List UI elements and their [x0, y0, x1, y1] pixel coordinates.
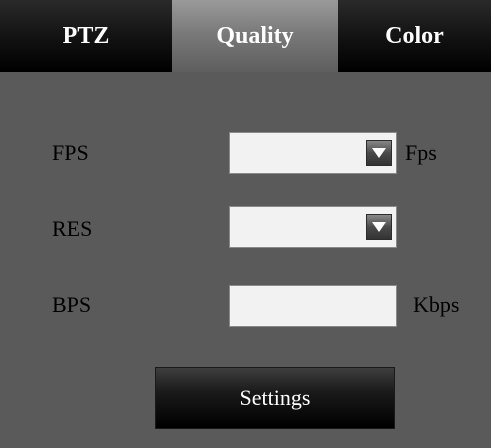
res-label: RES — [52, 216, 93, 241]
tab-bar: PTZ Quality Color — [0, 0, 491, 72]
tab-ptz[interactable]: PTZ — [0, 0, 172, 72]
dropdown-arrow-icon[interactable] — [366, 214, 392, 240]
fps-unit: Fps — [405, 140, 437, 165]
bps-unit: Kbps — [413, 292, 460, 317]
fps-select[interactable] — [229, 132, 397, 174]
tab-quality[interactable]: Quality — [172, 0, 338, 72]
res-select[interactable] — [229, 206, 397, 248]
tab-color[interactable]: Color — [338, 0, 491, 72]
settings-button[interactable]: Settings — [155, 367, 395, 429]
quality-panel: PTZ Quality Color FPS Fps RES BPS Kbps S… — [0, 0, 491, 448]
bps-label: BPS — [52, 292, 92, 317]
bps-input[interactable] — [229, 285, 397, 327]
dropdown-arrow-icon[interactable] — [366, 140, 392, 166]
fps-label: FPS — [52, 140, 89, 165]
